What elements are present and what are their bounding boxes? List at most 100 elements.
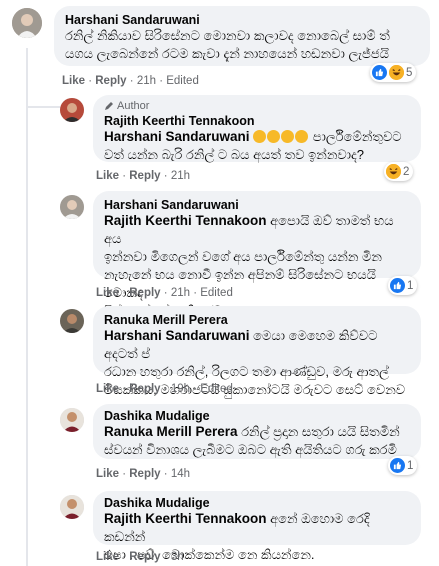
- author-badge: Author: [104, 100, 410, 112]
- reply-button[interactable]: Reply: [129, 468, 160, 480]
- comment-actions: Like · Reply · 14h: [96, 468, 190, 480]
- edited-label[interactable]: Edited: [200, 383, 233, 395]
- timestamp[interactable]: 3h: [171, 551, 184, 563]
- haha-reaction-icon: [389, 65, 404, 80]
- comment-text: Harshani Sandaruwani පාර්ලිමේන්තුවට: [104, 128, 410, 146]
- comment-author[interactable]: Rajith Keerthi Tennakoon: [104, 114, 410, 128]
- rolling-laughing-icon: [281, 130, 295, 143]
- comment-text: Ranuka Merill Perera රනිල් ප්‍රදාන සතුරා…: [104, 423, 410, 441]
- like-reaction-icon: [390, 278, 405, 293]
- like-button[interactable]: Like: [96, 468, 119, 480]
- haha-reaction-icon: [386, 164, 401, 179]
- avatar[interactable]: [60, 495, 84, 519]
- like-button[interactable]: Like: [96, 551, 119, 563]
- separator: ·: [160, 468, 171, 480]
- comment-bubble: Dashika Mudalige Rajith Keerthi Tennakoo…: [93, 491, 421, 562]
- avatar[interactable]: [60, 98, 84, 122]
- separator: ·: [156, 75, 167, 87]
- comment-actions: Like · Reply · 3h: [96, 551, 184, 563]
- mention-tag[interactable]: Rajith Keerthi Tennakoon: [104, 213, 267, 228]
- separator: ·: [119, 383, 130, 395]
- mention-tag[interactable]: Harshani Sandaruwani: [104, 328, 250, 343]
- separator: ·: [119, 287, 130, 299]
- reply-button[interactable]: Reply: [129, 170, 160, 182]
- like-reaction-icon: [390, 458, 405, 473]
- comment-text: Rajith Keerthi Tennakoon අනේ ඔහොම රෙදි ක…: [104, 510, 410, 546]
- reaction-summary[interactable]: 1: [388, 276, 418, 295]
- thread-line: [26, 48, 28, 566]
- reaction-summary[interactable]: 1: [388, 456, 418, 475]
- comment-actions: Like · Reply · 21h · Edited: [62, 75, 199, 87]
- separator: ·: [119, 170, 130, 182]
- comment-actions: Like · Reply · 21h · Edited: [96, 287, 233, 299]
- comment-author[interactable]: Ranuka Merill Perera: [104, 313, 410, 327]
- like-button[interactable]: Like: [96, 383, 119, 395]
- separator: ·: [126, 75, 137, 87]
- mention-tag[interactable]: Harshani Sandaruwani: [104, 129, 250, 144]
- mention-tag[interactable]: Ranuka Merill Perera: [104, 424, 238, 439]
- like-button[interactable]: Like: [96, 170, 119, 182]
- avatar[interactable]: [60, 195, 84, 219]
- comment-text-inline: පාර්ලිමේන්තුවට: [312, 129, 402, 144]
- comment-author[interactable]: Harshani Sandaruwani: [104, 198, 410, 212]
- pencil-icon: [105, 102, 113, 110]
- comment-bubble: Dashika Mudalige Ranuka Merill Perera රන…: [93, 404, 421, 459]
- comment-author[interactable]: Dashika Mudalige: [104, 409, 410, 423]
- separator: ·: [190, 383, 201, 395]
- timestamp[interactable]: 21h: [137, 75, 156, 87]
- comment-text: වත් යන්න බැරි රනිල් ට බය අයත් තව ඉන්නවාද…: [104, 147, 365, 162]
- comment-bubble: Harshani Sandaruwani රනිල් නිකියාව සිරිස…: [54, 6, 430, 66]
- separator: ·: [160, 170, 171, 182]
- separator: ·: [160, 383, 171, 395]
- rolling-laughing-icon: [253, 130, 267, 143]
- comment-author[interactable]: Harshani Sandaruwani: [65, 13, 419, 27]
- like-button[interactable]: Like: [62, 75, 85, 87]
- comment-text: රනිල් නිකියාව සිරිසේනට මොනවා කලාවද නොබෙල…: [65, 28, 390, 43]
- edited-label[interactable]: Edited: [200, 287, 233, 299]
- reaction-summary[interactable]: 2: [384, 162, 414, 181]
- reaction-count: 2: [403, 165, 410, 178]
- reaction-count: 5: [406, 66, 413, 79]
- comment-text-inline: රනිල් ප්‍රදාන සතුරා යයි සිතමින්: [241, 424, 400, 439]
- comment-bubble: Author Rajith Keerthi Tennakoon Harshani…: [93, 95, 421, 162]
- mention-tag[interactable]: Rajith Keerthi Tennakoon: [104, 511, 267, 526]
- timestamp[interactable]: 19h: [171, 383, 190, 395]
- reaction-summary[interactable]: 5: [370, 63, 417, 82]
- comment-bubble: Harshani Sandaruwani Rajith Keerthi Tenn…: [93, 191, 421, 318]
- avatar[interactable]: [60, 309, 84, 333]
- comment-text: රධාන හතුරා රනිල්, රිලගට තමා ආණ්ඩුව, මරු …: [104, 364, 389, 379]
- rolling-laughing-icon: [267, 130, 281, 143]
- reply-button[interactable]: Reply: [95, 75, 126, 87]
- separator: ·: [190, 287, 201, 299]
- comment-text: ස්වයන් විනාශය ලැබීමට ඔබට ඇති අයිතියට ගරු…: [104, 442, 397, 457]
- timestamp[interactable]: 21h: [171, 287, 190, 299]
- reaction-count: 1: [407, 279, 414, 292]
- comment-text: Harshani Sandaruwani මෙයා මෙහෙම කිව්වට අ…: [104, 327, 410, 363]
- comment-author[interactable]: Dashika Mudalige: [104, 496, 410, 510]
- timestamp[interactable]: 21h: [171, 170, 190, 182]
- edited-label[interactable]: Edited: [166, 75, 199, 87]
- separator: ·: [160, 287, 171, 299]
- separator: ·: [85, 75, 96, 87]
- separator: ·: [160, 551, 171, 563]
- comment-text: යගය ලැබෙන්නේ රටම කැවා දැන් නාහයෙන් හඩනවා…: [65, 46, 389, 61]
- separator: ·: [119, 551, 130, 563]
- laughing-emoji-row: [253, 129, 313, 144]
- reply-button[interactable]: Reply: [129, 287, 160, 299]
- avatar[interactable]: [60, 408, 84, 432]
- thread-line-branch: [26, 106, 60, 108]
- avatar[interactable]: [12, 8, 42, 38]
- comment-actions: Like · Reply · 21h: [96, 170, 190, 182]
- comment-text: Rajith Keerthi Tennakoon අපොයි ඔව් තාමත්…: [104, 212, 410, 248]
- reaction-count: 1: [407, 459, 414, 472]
- like-button[interactable]: Like: [96, 287, 119, 299]
- comment-bubble: Ranuka Merill Perera Harshani Sandaruwan…: [93, 306, 421, 397]
- like-reaction-icon: [372, 65, 387, 80]
- author-badge-label: Author: [117, 100, 150, 112]
- timestamp[interactable]: 14h: [171, 468, 190, 480]
- reply-button[interactable]: Reply: [129, 551, 160, 563]
- separator: ·: [119, 468, 130, 480]
- rolling-laughing-icon: [295, 130, 309, 143]
- comment-text: ඉන්නවා මිගෙලන් වගේ අය පාර්ලිමේන්තු යන්න …: [104, 249, 382, 264]
- reply-button[interactable]: Reply: [129, 383, 160, 395]
